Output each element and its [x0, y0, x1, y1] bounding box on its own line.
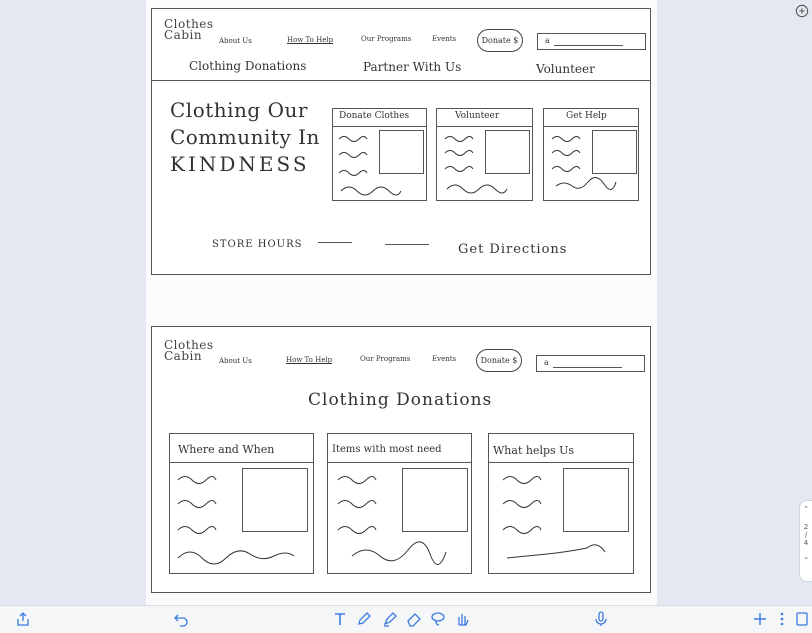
page-heading: Clothing Donations	[308, 390, 493, 410]
store-hours-line	[318, 242, 352, 243]
nav-about-us[interactable]: About Us	[219, 37, 252, 45]
search-input[interactable]: a	[537, 33, 646, 50]
search-underline	[553, 367, 622, 368]
nav-about-us[interactable]: About Us	[219, 357, 252, 365]
pen-icon[interactable]	[356, 611, 372, 627]
donate-button[interactable]: Donate $	[476, 349, 522, 372]
search-glyph: a	[544, 358, 549, 367]
card-donate-clothes[interactable]: Donate Clothes	[332, 108, 427, 201]
nav-events[interactable]: Events	[432, 35, 456, 43]
card-title: Get Help	[566, 111, 607, 121]
subnav-volunteer[interactable]: Volunteer	[536, 62, 595, 76]
more-icon[interactable]	[774, 611, 790, 627]
nav-events[interactable]: Events	[432, 355, 456, 363]
eraser-icon[interactable]	[406, 611, 422, 627]
store-hours-label: STORE HOURS	[212, 239, 303, 250]
subnav-clothing-donations[interactable]: Clothing Donations	[189, 59, 306, 73]
nav-how-to-help[interactable]: How To Help	[287, 36, 333, 44]
hero-line2: Community In	[170, 125, 320, 149]
logo: Clothes Cabin	[164, 18, 214, 42]
search-input[interactable]: a	[536, 355, 645, 372]
wireframe-clothing-donations: Clothes Cabin About Us How To Help Our P…	[151, 326, 651, 593]
chevron-up-icon[interactable]: ⌃	[800, 505, 812, 513]
search-glyph: a	[545, 36, 550, 45]
chevron-down-icon[interactable]: ⌄	[800, 553, 812, 561]
hero-line1: Clothing Our	[170, 98, 308, 122]
card-title: Donate Clothes	[339, 111, 410, 121]
lasso-icon[interactable]	[430, 611, 446, 627]
text-placeholder-icon	[177, 476, 295, 565]
highlighter-icon[interactable]	[382, 611, 398, 627]
page-indicator-total: 4	[803, 539, 809, 547]
text-placeholder-icon	[444, 136, 508, 194]
wireframe-home: Clothes Cabin About Us How To Help Our P…	[151, 8, 651, 275]
page-indicator-slash: /	[804, 531, 808, 539]
page-navigator[interactable]: ⌃ 2 / 4 ⌄	[799, 500, 812, 582]
card-title: Items with most need	[332, 444, 442, 455]
text-placeholder-icon	[337, 476, 447, 565]
share-icon[interactable]	[15, 611, 31, 627]
donate-button[interactable]: Donate $	[477, 29, 523, 52]
get-directions-link[interactable]: Get Directions	[458, 242, 567, 257]
page-indicator-current: 2	[803, 523, 809, 531]
collapse-icon[interactable]	[795, 3, 809, 18]
logo: Clothes Cabin	[164, 339, 214, 363]
card-title: What helps Us	[493, 444, 575, 457]
text-placeholder-icon	[551, 136, 617, 190]
page-icon[interactable]	[794, 611, 810, 627]
subnav-partner-with-us[interactable]: Partner With Us	[363, 60, 461, 74]
card-what-helps-us[interactable]: What helps Us	[488, 433, 634, 574]
text-tool-icon[interactable]	[332, 611, 348, 627]
card-title: Where and When	[178, 443, 275, 456]
search-underline	[554, 45, 623, 46]
add-icon[interactable]	[752, 611, 768, 627]
card-where-and-when[interactable]: Where and When	[169, 433, 314, 574]
hero-text: Clothing Our Community In KINDNESS	[170, 97, 320, 178]
logo-line2: Cabin	[164, 349, 203, 363]
hand-icon[interactable]	[454, 611, 470, 627]
card-volunteer[interactable]: Volunteer	[436, 108, 533, 201]
microphone-icon[interactable]	[593, 611, 609, 627]
nav-how-to-help[interactable]: How To Help	[286, 356, 332, 364]
undo-icon[interactable]	[173, 611, 189, 627]
hero-line3: KINDNESS	[170, 152, 310, 176]
card-items-with-most-need[interactable]: Items with most need	[327, 433, 472, 574]
card-title: Volunteer	[455, 111, 500, 121]
text-placeholder-icon	[338, 136, 402, 196]
bottom-toolbar	[0, 605, 812, 633]
card-get-help[interactable]: Get Help	[543, 108, 639, 201]
store-hours-line	[385, 244, 429, 245]
header-divider	[152, 80, 650, 81]
logo-line2: Cabin	[164, 28, 203, 42]
nav-our-programs[interactable]: Our Programs	[361, 35, 411, 43]
text-placeholder-icon	[502, 476, 606, 559]
nav-our-programs[interactable]: Our Programs	[360, 355, 410, 363]
